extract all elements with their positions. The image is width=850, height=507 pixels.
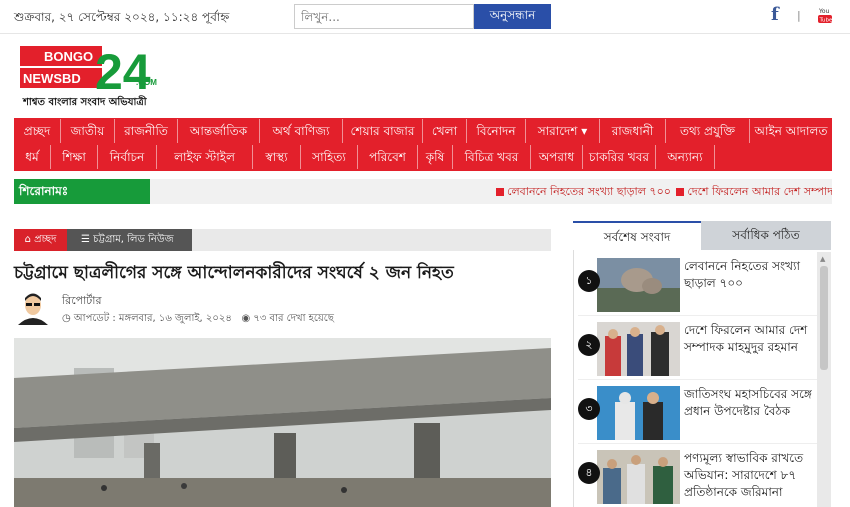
- ticker-item[interactable]: দেশে ফিরলেন আমার দেশ সম্পাদক: [687, 185, 832, 198]
- svg-text:You: You: [818, 8, 830, 15]
- article-meta: ◷ আপডেট : মঙ্গলবার, ১৬ জুলাই, ২০২৪ ◉ ৭৩ …: [62, 311, 334, 328]
- nav-item[interactable]: অন্যান্য: [656, 145, 715, 169]
- news-headline[interactable]: পণ্যমূল্য স্বাভাবিক রাখতে অভিযান: সারাদে…: [684, 450, 818, 501]
- list-item[interactable]: ৩ জাতিসংঘ মহাসচিবের সঙ্গে প্রধান উপদেষ্ট…: [578, 382, 818, 444]
- breadcrumb-home[interactable]: ⌂ প্রচ্ছদ: [14, 229, 67, 251]
- svg-text:NEWSBD: NEWSBD: [23, 71, 81, 86]
- youtube-icon[interactable]: You Tube: [818, 6, 832, 24]
- nav-item-dropdown[interactable]: সারাদেশ ▾: [526, 119, 600, 143]
- nav-item[interactable]: সাহিত্য: [301, 145, 358, 169]
- sidebar-tabs: সর্বশেষ সংবাদ সর্বাধিক পঠিত: [573, 221, 831, 250]
- news-headline[interactable]: জাতিসংঘ মহাসচিবের সঙ্গে প্রধান উপদেষ্টার…: [684, 386, 818, 420]
- top-bar: শুক্রবার, ২৭ সেপ্টেম্বর ২০২৪, ১১:২৪ পূর্…: [0, 0, 850, 34]
- headline-label: শিরোনামঃ: [14, 179, 150, 204]
- svg-text:শাশ্বত বাংলার সংবাদ অভিযাত্রী: শাশ্বত বাংলার সংবাদ অভিযাত্রী: [22, 94, 148, 108]
- scrollbar-thumb[interactable]: [820, 266, 828, 370]
- svg-text:BONGO: BONGO: [44, 49, 93, 64]
- menu-icon: ☰: [81, 234, 94, 245]
- breadcrumb: ⌂ প্রচ্ছদ ☰ চট্টগ্রাম, লিড নিউজ: [14, 229, 551, 251]
- breadcrumb-home-label: প্রচ্ছদ: [34, 234, 57, 245]
- tab-latest-news[interactable]: সর্বশেষ সংবাদ: [573, 221, 701, 250]
- article-title: চট্টগ্রামে ছাত্রলীগের সঙ্গে আন্দোলনকারীদ…: [14, 263, 454, 283]
- nav-item[interactable]: আন্তর্জাতিক: [178, 119, 260, 143]
- search-button[interactable]: অনুসন্ধান: [474, 4, 551, 29]
- search-input[interactable]: [294, 4, 474, 29]
- main-navigation: প্রচ্ছদ জাতীয় রাজনীতি আন্তর্জাতিক অর্থ …: [14, 118, 832, 171]
- latest-news-list: ১ লেবাননে নিহতের সংখ্যা ছাড়াল ৭০০ ২ দেশ…: [573, 250, 831, 507]
- site-logo[interactable]: BONGO NEWSBD 24 .COM শাশ্বত বাংলার সংবাদ…: [20, 44, 162, 110]
- bullet-icon: [496, 188, 504, 196]
- view-count: ৭৩ বার দেখা হয়েছে: [253, 313, 334, 324]
- nav-item[interactable]: নির্বাচন: [98, 145, 157, 169]
- news-headline[interactable]: লেবাননে নিহতের সংখ্যা ছাড়াল ৭০০: [684, 258, 818, 292]
- ticker-item[interactable]: লেবাননে নিহতের সংখ্যা ছাড়াল ৭০০: [507, 185, 671, 198]
- bullet-icon: [676, 188, 685, 196]
- nav-item[interactable]: শিক্ষা: [51, 145, 98, 169]
- svg-text:.COM: .COM: [136, 78, 157, 87]
- nav-item[interactable]: বিনোদন: [467, 119, 526, 143]
- nav-item[interactable]: তথ্য প্রযুক্তি: [666, 119, 750, 143]
- list-item[interactable]: ১ লেবাননে নিহতের সংখ্যা ছাড়াল ৭০০: [578, 254, 818, 316]
- author-name[interactable]: রিপোর্টার: [62, 292, 102, 311]
- sidebar-scrollbar[interactable]: ▲: [817, 252, 831, 507]
- tab-most-read[interactable]: সর্বাধিক পঠিত: [701, 221, 831, 250]
- nav-item[interactable]: আইন আদালত: [750, 119, 832, 143]
- nav-item[interactable]: খেলা: [423, 119, 467, 143]
- nav-item[interactable]: স্বাস্থ্য: [253, 145, 301, 169]
- news-headline[interactable]: দেশে ফিরলেন আমার দেশ সম্পাদক মাহমুদুর রহ…: [684, 322, 818, 356]
- current-date: শুক্রবার, ২৭ সেপ্টেম্বর ২০২৪, ১১:২৪ পূর্…: [14, 10, 230, 24]
- social-separator: |: [797, 9, 801, 22]
- nav-item[interactable]: অর্থ বাণিজ্য: [260, 119, 343, 143]
- nav-item[interactable]: রাজনীতি: [115, 119, 178, 143]
- svg-text:Tube: Tube: [819, 18, 833, 24]
- nav-item[interactable]: লাইফ স্টাইল: [157, 145, 253, 169]
- nav-item[interactable]: পরিবেশ: [358, 145, 418, 169]
- news-thumbnail[interactable]: [597, 450, 680, 504]
- headline-ticker: লেবাননে নিহতের সংখ্যা ছাড়াল ৭০০ দেশে ফি…: [494, 179, 832, 204]
- scroll-up-icon[interactable]: ▲: [820, 255, 825, 263]
- nav-item[interactable]: রাজধানী: [600, 119, 666, 143]
- article-hero-image: [14, 338, 551, 507]
- news-thumbnail[interactable]: [597, 386, 680, 440]
- nav-item[interactable]: প্রচ্ছদ: [14, 119, 61, 143]
- headline-ticker-bar: শিরোনামঃ লেবাননে নিহতের সংখ্যা ছাড়াল ৭০…: [14, 179, 832, 204]
- nav-item[interactable]: কৃষি: [418, 145, 453, 169]
- rank-badge: ১: [578, 270, 600, 292]
- nav-item[interactable]: শেয়ার বাজার: [343, 119, 423, 143]
- news-thumbnail[interactable]: [597, 322, 680, 376]
- nav-row-2: ধর্ম শিক্ষা নির্বাচন লাইফ স্টাইল স্বাস্থ…: [14, 145, 715, 171]
- eye-icon: ◉: [235, 313, 254, 324]
- svg-text:24: 24: [95, 44, 151, 100]
- nav-item[interactable]: বিচিত্র খবর: [453, 145, 531, 169]
- author-avatar: [14, 289, 52, 325]
- nav-item[interactable]: জাতীয়: [61, 119, 115, 143]
- nav-item[interactable]: ধর্ম: [14, 145, 51, 169]
- list-item[interactable]: ২ দেশে ফিরলেন আমার দেশ সম্পাদক মাহমুদুর …: [578, 318, 818, 380]
- breadcrumb-category[interactable]: ☰ চট্টগ্রাম, লিড নিউজ: [67, 229, 192, 251]
- updated-date: আপডেট : মঙ্গলবার, ১৬ জুলাই, ২০২৪: [73, 313, 232, 324]
- rank-badge: ৪: [578, 462, 600, 484]
- nav-row-1: প্রচ্ছদ জাতীয় রাজনীতি আন্তর্জাতিক অর্থ …: [14, 119, 832, 145]
- facebook-icon[interactable]: f: [771, 5, 783, 25]
- list-item[interactable]: ৪ পণ্যমূল্য স্বাভাবিক রাখতে অভিযান: সারা…: [578, 446, 818, 507]
- nav-item[interactable]: অপরাধ: [531, 145, 583, 169]
- breadcrumb-category-label: চট্টগ্রাম, লিড নিউজ: [93, 234, 174, 245]
- rank-badge: ২: [578, 334, 600, 356]
- nav-item[interactable]: চাকরির খবর: [583, 145, 656, 169]
- home-icon: ⌂: [24, 234, 35, 245]
- clock-icon: ◷: [62, 313, 74, 324]
- news-thumbnail[interactable]: [597, 258, 680, 312]
- rank-badge: ৩: [578, 398, 600, 420]
